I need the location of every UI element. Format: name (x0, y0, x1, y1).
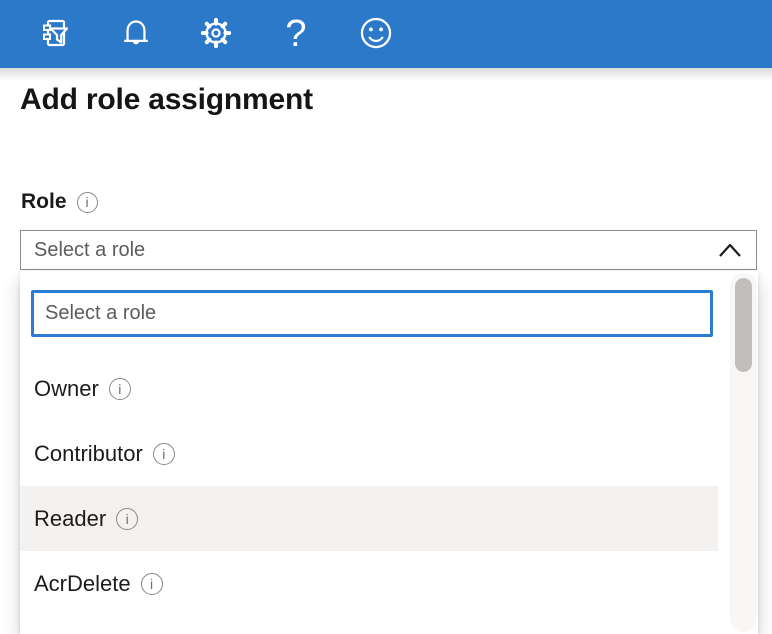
info-icon[interactable] (116, 508, 138, 530)
directory-filter-button[interactable] (34, 12, 78, 56)
scrollbar-thumb[interactable] (735, 278, 752, 372)
role-label: Role (21, 190, 67, 214)
feedback-button[interactable] (354, 12, 398, 56)
option-label: AcrDelete (34, 571, 131, 597)
smiley-icon (358, 15, 394, 54)
info-icon[interactable] (153, 443, 175, 465)
role-option-contributor[interactable]: Contributor (20, 421, 718, 486)
option-label: Contributor (34, 441, 143, 467)
info-icon[interactable] (141, 573, 163, 595)
option-label: Owner (34, 376, 99, 402)
settings-button[interactable] (194, 12, 238, 56)
role-dropdown: Owner Contributor Reader AcrDelete (20, 271, 758, 634)
role-field-label-row: Role (21, 190, 98, 214)
gear-icon (196, 13, 236, 56)
role-search-input[interactable] (31, 290, 713, 337)
role-option-acrdelete[interactable]: AcrDelete (20, 551, 718, 616)
notifications-button[interactable] (114, 12, 158, 56)
page-title: Add role assignment (20, 83, 313, 117)
info-icon[interactable] (109, 378, 131, 400)
top-bar: ? (0, 0, 772, 68)
chevron-up-icon (719, 244, 741, 262)
bell-icon (118, 15, 154, 54)
role-options-list: Owner Contributor Reader AcrDelete (20, 356, 718, 616)
option-label: Reader (34, 506, 106, 532)
info-icon[interactable] (77, 192, 98, 213)
role-option-owner[interactable]: Owner (20, 356, 718, 421)
role-select[interactable]: Select a role (20, 230, 757, 270)
role-select-value: Select a role (21, 239, 145, 262)
help-button[interactable]: ? (274, 12, 318, 56)
role-option-reader[interactable]: Reader (20, 486, 718, 551)
header-shadow (0, 68, 772, 81)
help-icon: ? (285, 15, 306, 53)
directory-filter-icon (36, 13, 76, 56)
